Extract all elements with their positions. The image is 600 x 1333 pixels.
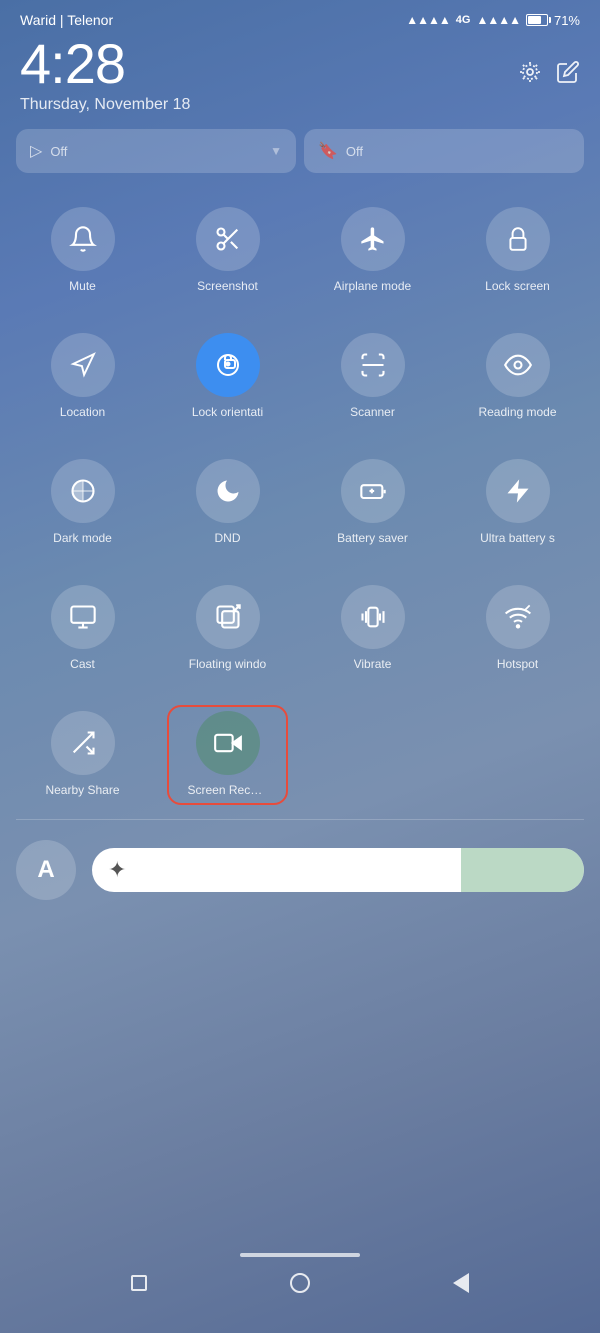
font-size-button[interactable]: A <box>16 840 76 900</box>
tile-nearby-share[interactable]: Nearby Share <box>10 697 155 807</box>
arrow-icon: ▷ <box>30 141 42 161</box>
tile-airplane-label: Airplane mode <box>334 279 411 293</box>
brightness-icon: ✦ <box>108 857 126 883</box>
bottom-controls: A ✦ <box>0 824 600 908</box>
tile-reading-mode-circle <box>486 333 550 397</box>
tile-location-circle <box>51 333 115 397</box>
clock-time: 4:28 <box>20 36 190 92</box>
tile-battery-saver-circle <box>341 459 405 523</box>
tile-reading-mode-label: Reading mode <box>478 405 556 419</box>
signal-icon-2: ▲▲▲▲ <box>476 13 520 27</box>
tile-hotspot[interactable]: Hotspot <box>445 571 590 681</box>
top-tile-left-label: Off <box>50 144 67 159</box>
tile-floating-window[interactable]: Floating windo <box>155 571 300 681</box>
battery-percent: 71% <box>554 13 580 28</box>
tile-cast-label: Cast <box>70 657 95 671</box>
tile-screenshot-circle <box>196 207 260 271</box>
tile-screenshot[interactable]: Screenshot <box>155 193 300 303</box>
tile-vibrate-circle <box>341 585 405 649</box>
tile-battery-saver[interactable]: Battery saver <box>300 445 445 555</box>
time-icons <box>518 60 580 90</box>
font-size-label: A <box>37 856 54 884</box>
signal-icon: ▲▲▲▲ <box>406 13 450 27</box>
brightness-slider[interactable]: ✦ <box>92 848 584 892</box>
nav-buttons <box>0 1273 600 1293</box>
nav-pill <box>240 1253 360 1257</box>
quick-grid-row3: Dark mode DND Battery saver Ultra b <box>0 437 600 563</box>
tile-lock-screen-label: Lock screen <box>485 279 550 293</box>
clock-date: Thursday, November 18 <box>20 96 190 114</box>
tile-dnd[interactable]: DND <box>155 445 300 555</box>
tile-airplane-circle <box>341 207 405 271</box>
tile-mute-label: Mute <box>69 279 96 293</box>
quick-grid-row4: Cast Floating windo Vibrate <box>0 563 600 689</box>
tile-mute[interactable]: Mute <box>10 193 155 303</box>
tile-scanner-circle <box>341 333 405 397</box>
tile-airplane[interactable]: Airplane mode <box>300 193 445 303</box>
quick-grid-row1: Mute Screenshot Airplane mode Lock scree… <box>0 185 600 311</box>
tile-lock-orientation-circle <box>196 333 260 397</box>
status-bar: Warid | Telenor ▲▲▲▲ 4G ▲▲▲▲ 71% <box>0 0 600 36</box>
tile-screenshot-label: Screenshot <box>197 279 258 293</box>
tile-battery-saver-label: Battery saver <box>337 531 408 545</box>
tile-hotspot-circle <box>486 585 550 649</box>
tile-dark-mode-circle <box>51 459 115 523</box>
tile-cast[interactable]: Cast <box>10 571 155 681</box>
tile-vibrate-label: Vibrate <box>354 657 392 671</box>
nav-back-button[interactable] <box>453 1273 469 1293</box>
bookmark-icon: 🔖 <box>318 141 338 161</box>
tile-lock-screen-circle <box>486 207 550 271</box>
tile-floating-window-label: Floating windo <box>189 657 266 671</box>
nav-home-button[interactable] <box>290 1273 310 1293</box>
tile-hotspot-label: Hotspot <box>497 657 538 671</box>
tile-empty-2 <box>445 697 590 807</box>
divider <box>16 819 584 820</box>
tile-nearby-share-circle <box>51 711 115 775</box>
tile-dark-mode[interactable]: Dark mode <box>10 445 155 555</box>
top-tile-left[interactable]: ▷ Off ▼ <box>16 129 296 173</box>
tile-floating-window-circle <box>196 585 260 649</box>
tile-vibrate[interactable]: Vibrate <box>300 571 445 681</box>
tile-lock-orientation[interactable]: Lock orientati <box>155 319 300 429</box>
battery-icon <box>526 14 548 26</box>
carrier-label: Warid | Telenor <box>20 12 113 28</box>
tile-ultra-battery-circle <box>486 459 550 523</box>
tile-ultra-battery[interactable]: Ultra battery s <box>445 445 590 555</box>
tile-ultra-battery-label: Ultra battery s <box>480 531 555 545</box>
tile-dark-mode-label: Dark mode <box>53 531 112 545</box>
network-type: 4G <box>456 14 471 26</box>
tile-nearby-share-label: Nearby Share <box>45 783 119 797</box>
edit-icon[interactable] <box>556 60 580 90</box>
quick-grid-row5: Nearby Share Screen Recor… <box>0 689 600 815</box>
tile-mute-circle <box>51 207 115 271</box>
tile-cast-circle <box>51 585 115 649</box>
tile-dnd-circle <box>196 459 260 523</box>
time-date: 4:28 Thursday, November 18 <box>20 36 190 114</box>
time-area: 4:28 Thursday, November 18 <box>0 36 600 129</box>
quick-grid-row2: Location Lock orientati Scanner Reading … <box>0 311 600 437</box>
tile-scanner-label: Scanner <box>350 405 395 419</box>
tile-scanner[interactable]: Scanner <box>300 319 445 429</box>
tile-lock-screen[interactable]: Lock screen <box>445 193 590 303</box>
tile-reading-mode[interactable]: Reading mode <box>445 319 590 429</box>
nav-bar <box>0 1253 600 1333</box>
settings-icon[interactable] <box>518 60 542 90</box>
tile-empty-1 <box>300 697 445 807</box>
tile-screen-record-label: Screen Recor… <box>188 783 268 797</box>
status-right: ▲▲▲▲ 4G ▲▲▲▲ 71% <box>406 13 580 28</box>
tile-screen-record-circle <box>196 711 260 775</box>
top-quick-tiles: ▷ Off ▼ 🔖 Off <box>0 129 600 185</box>
tile-screen-record[interactable]: Screen Recor… <box>155 697 300 807</box>
top-tile-right-label: Off <box>346 144 363 159</box>
tile-location[interactable]: Location <box>10 319 155 429</box>
tile-lock-orientation-label: Lock orientati <box>192 405 263 419</box>
tile-dnd-label: DND <box>215 531 241 545</box>
tile-location-label: Location <box>60 405 105 419</box>
top-tile-right[interactable]: 🔖 Off <box>304 129 584 173</box>
nav-recents-button[interactable] <box>131 1275 147 1291</box>
brightness-fill <box>461 848 584 892</box>
